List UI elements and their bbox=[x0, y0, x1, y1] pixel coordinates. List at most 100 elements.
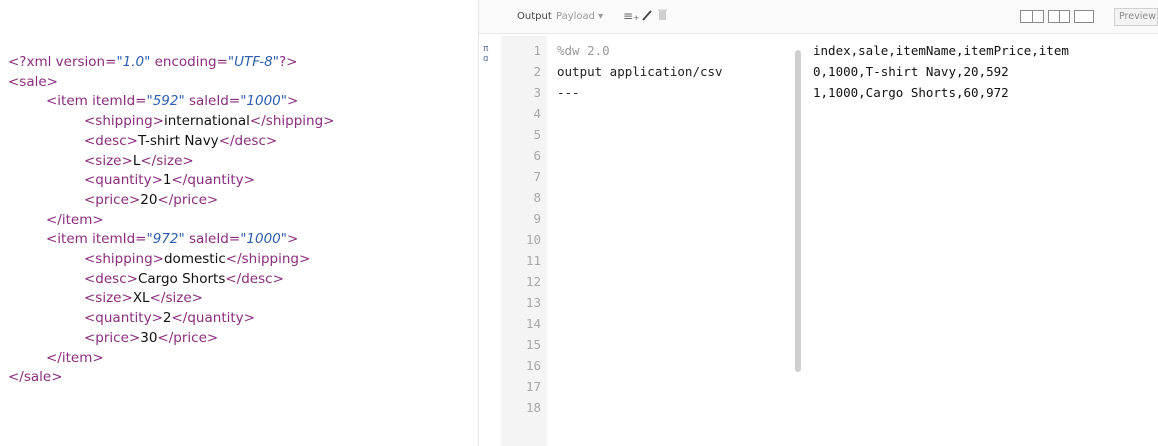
xml-input-pane[interactable]: <?xml version="1.0" encoding="UTF-8"?> <s… bbox=[0, 0, 478, 446]
xml-token: saleId= bbox=[184, 93, 241, 110]
line-number: 10 bbox=[525, 232, 541, 247]
xml-token: <item bbox=[46, 231, 93, 248]
xml-line: <size>XL</size> bbox=[84, 288, 203, 308]
trash-icon[interactable] bbox=[658, 9, 667, 24]
xml-token: > bbox=[286, 231, 299, 248]
magic-wand-icon[interactable] bbox=[641, 9, 653, 24]
dataweave-pane: Output Payload ▾ ≡₊ Preview πɑ 123456789… bbox=[479, 0, 1158, 446]
xml-token: Cargo Shorts bbox=[137, 270, 226, 287]
line-number: 2 bbox=[533, 64, 541, 79]
xml-token: 2 bbox=[162, 310, 172, 327]
xml-token: saleId= bbox=[184, 231, 241, 248]
xml-token: </quantity> bbox=[171, 172, 255, 189]
payload-dropdown[interactable]: Payload ▾ bbox=[556, 10, 603, 24]
csv-output-preview: index,sale,itemName,itemPrice,item 0,1000… bbox=[813, 36, 1158, 446]
xml-token: 20 bbox=[140, 191, 158, 208]
xml-token: <shipping> bbox=[84, 113, 164, 130]
line-number: 5 bbox=[533, 127, 541, 142]
xml-token: <size> bbox=[84, 152, 133, 169]
xml-token: </size> bbox=[149, 290, 203, 307]
preview-button[interactable]: Preview bbox=[1114, 8, 1158, 26]
xml-token: <?xml bbox=[8, 54, 56, 70]
line-number: 8 bbox=[533, 190, 541, 205]
line-number: 16 bbox=[525, 358, 541, 373]
xml-token: XL bbox=[132, 290, 150, 307]
line-number: 15 bbox=[525, 337, 541, 352]
layout-split-three-icon[interactable] bbox=[1020, 10, 1044, 23]
xml-token: <item bbox=[46, 93, 93, 110]
xml-line: <item itemId="592" saleId="1000"> bbox=[46, 91, 298, 111]
xml-token: > bbox=[286, 93, 299, 110]
xml-line: <item itemId="972" saleId="1000"> bbox=[46, 229, 298, 249]
line-number-gutter: 1 2 3 4 5 6 7 8 9 10 11 12 13 14 15 16 17 18 bbox=[501, 36, 547, 446]
xml-token: </size> bbox=[140, 152, 194, 169]
xml-token: T-shirt Navy bbox=[137, 132, 219, 149]
xml-token: </desc> bbox=[225, 270, 284, 287]
xml-token: 1 bbox=[162, 172, 172, 189]
xml-line: </item> bbox=[46, 348, 104, 368]
xml-line: <price>30</price> bbox=[84, 328, 218, 348]
line-number: 13 bbox=[525, 295, 541, 310]
xml-token: itemId= bbox=[92, 231, 147, 248]
xml-token: <desc> bbox=[84, 270, 138, 287]
xml-token: <size> bbox=[84, 290, 133, 307]
xml-line: <quantity>1</quantity> bbox=[84, 170, 255, 190]
xml-token: </item> bbox=[46, 349, 104, 366]
layout-split-two-icon[interactable] bbox=[1048, 10, 1070, 23]
xml-token: </price> bbox=[157, 191, 219, 208]
line-number: 3 bbox=[533, 85, 541, 100]
xml-line: <shipping>international</shipping> bbox=[84, 111, 334, 131]
xml-token: encoding= bbox=[150, 54, 228, 70]
xml-token: <sale> bbox=[8, 73, 58, 90]
xml-token: "592" bbox=[146, 93, 185, 110]
xml-token: <quantity> bbox=[84, 310, 163, 327]
line-number: 6 bbox=[533, 148, 541, 163]
line-number: 14 bbox=[525, 316, 541, 331]
xml-token: <desc> bbox=[84, 132, 138, 149]
xml-token: itemId= bbox=[92, 93, 147, 110]
xml-token: </sale> bbox=[8, 369, 63, 386]
layout-single-icon[interactable] bbox=[1074, 10, 1094, 23]
csv-output-line: 0,1000,T-shirt Navy,20,592 bbox=[813, 64, 1009, 79]
line-number: 12 bbox=[525, 274, 541, 289]
xml-token: <shipping> bbox=[84, 251, 164, 267]
csv-output-line: 1,1000,Cargo Shorts,60,972 bbox=[813, 85, 1009, 100]
line-number: 1 bbox=[533, 43, 541, 58]
xml-token: <price> bbox=[84, 329, 141, 346]
xml-token: <price> bbox=[84, 191, 141, 208]
xml-token: </item> bbox=[46, 211, 104, 228]
xml-line: <desc>T-shirt Navy</desc> bbox=[84, 131, 277, 151]
code-line[interactable]: %dw 2.0 bbox=[557, 40, 610, 61]
editor-scrollbar[interactable] bbox=[795, 50, 801, 372]
xml-line: <?xml version="1.0" encoding="UTF-8"?> bbox=[8, 52, 297, 72]
xml-token: domestic bbox=[163, 251, 226, 267]
xml-token: <quantity> bbox=[84, 172, 163, 189]
dataweave-editor[interactable]: 1 2 3 4 5 6 7 8 9 10 11 12 13 14 15 16 17 18 %dw 2.0 outpu… bbox=[501, 36, 801, 446]
output-label: Output bbox=[517, 11, 552, 22]
xml-token: </price> bbox=[157, 329, 219, 346]
csv-output-line: index,sale,itemName,itemPrice,item bbox=[813, 43, 1069, 58]
xml-token: </quantity> bbox=[171, 310, 255, 327]
xml-line: <desc>Cargo Shorts</desc> bbox=[84, 269, 284, 289]
xml-token: </shipping> bbox=[225, 251, 311, 267]
xml-line: <quantity>2</quantity> bbox=[84, 308, 255, 328]
xml-token: "972" bbox=[146, 231, 185, 248]
xml-token: </shipping> bbox=[249, 113, 335, 130]
xml-token: version= bbox=[55, 54, 117, 70]
xml-token: "1000" bbox=[240, 93, 287, 110]
line-number: 11 bbox=[525, 253, 541, 268]
line-number: 4 bbox=[533, 106, 541, 121]
xml-token: international bbox=[163, 113, 250, 130]
code-line[interactable]: --- bbox=[557, 82, 580, 103]
xml-line: <price>20</price> bbox=[84, 190, 218, 210]
xml-token: "1.0" bbox=[116, 54, 151, 70]
xml-line: <shipping>domestic</shipping> bbox=[84, 249, 310, 269]
xml-line: <size>L</size> bbox=[84, 151, 194, 171]
code-line[interactable]: output application/csv bbox=[557, 61, 723, 82]
output-toolbar: Output Payload ▾ ≡₊ Preview bbox=[479, 0, 1158, 34]
xml-line: <sale> bbox=[8, 72, 58, 92]
xml-token: "UTF-8" bbox=[227, 54, 279, 70]
add-mapping-icon[interactable]: ≡₊ bbox=[623, 9, 639, 23]
xml-token: "1000" bbox=[240, 231, 287, 248]
xml-token: </desc> bbox=[218, 132, 278, 149]
